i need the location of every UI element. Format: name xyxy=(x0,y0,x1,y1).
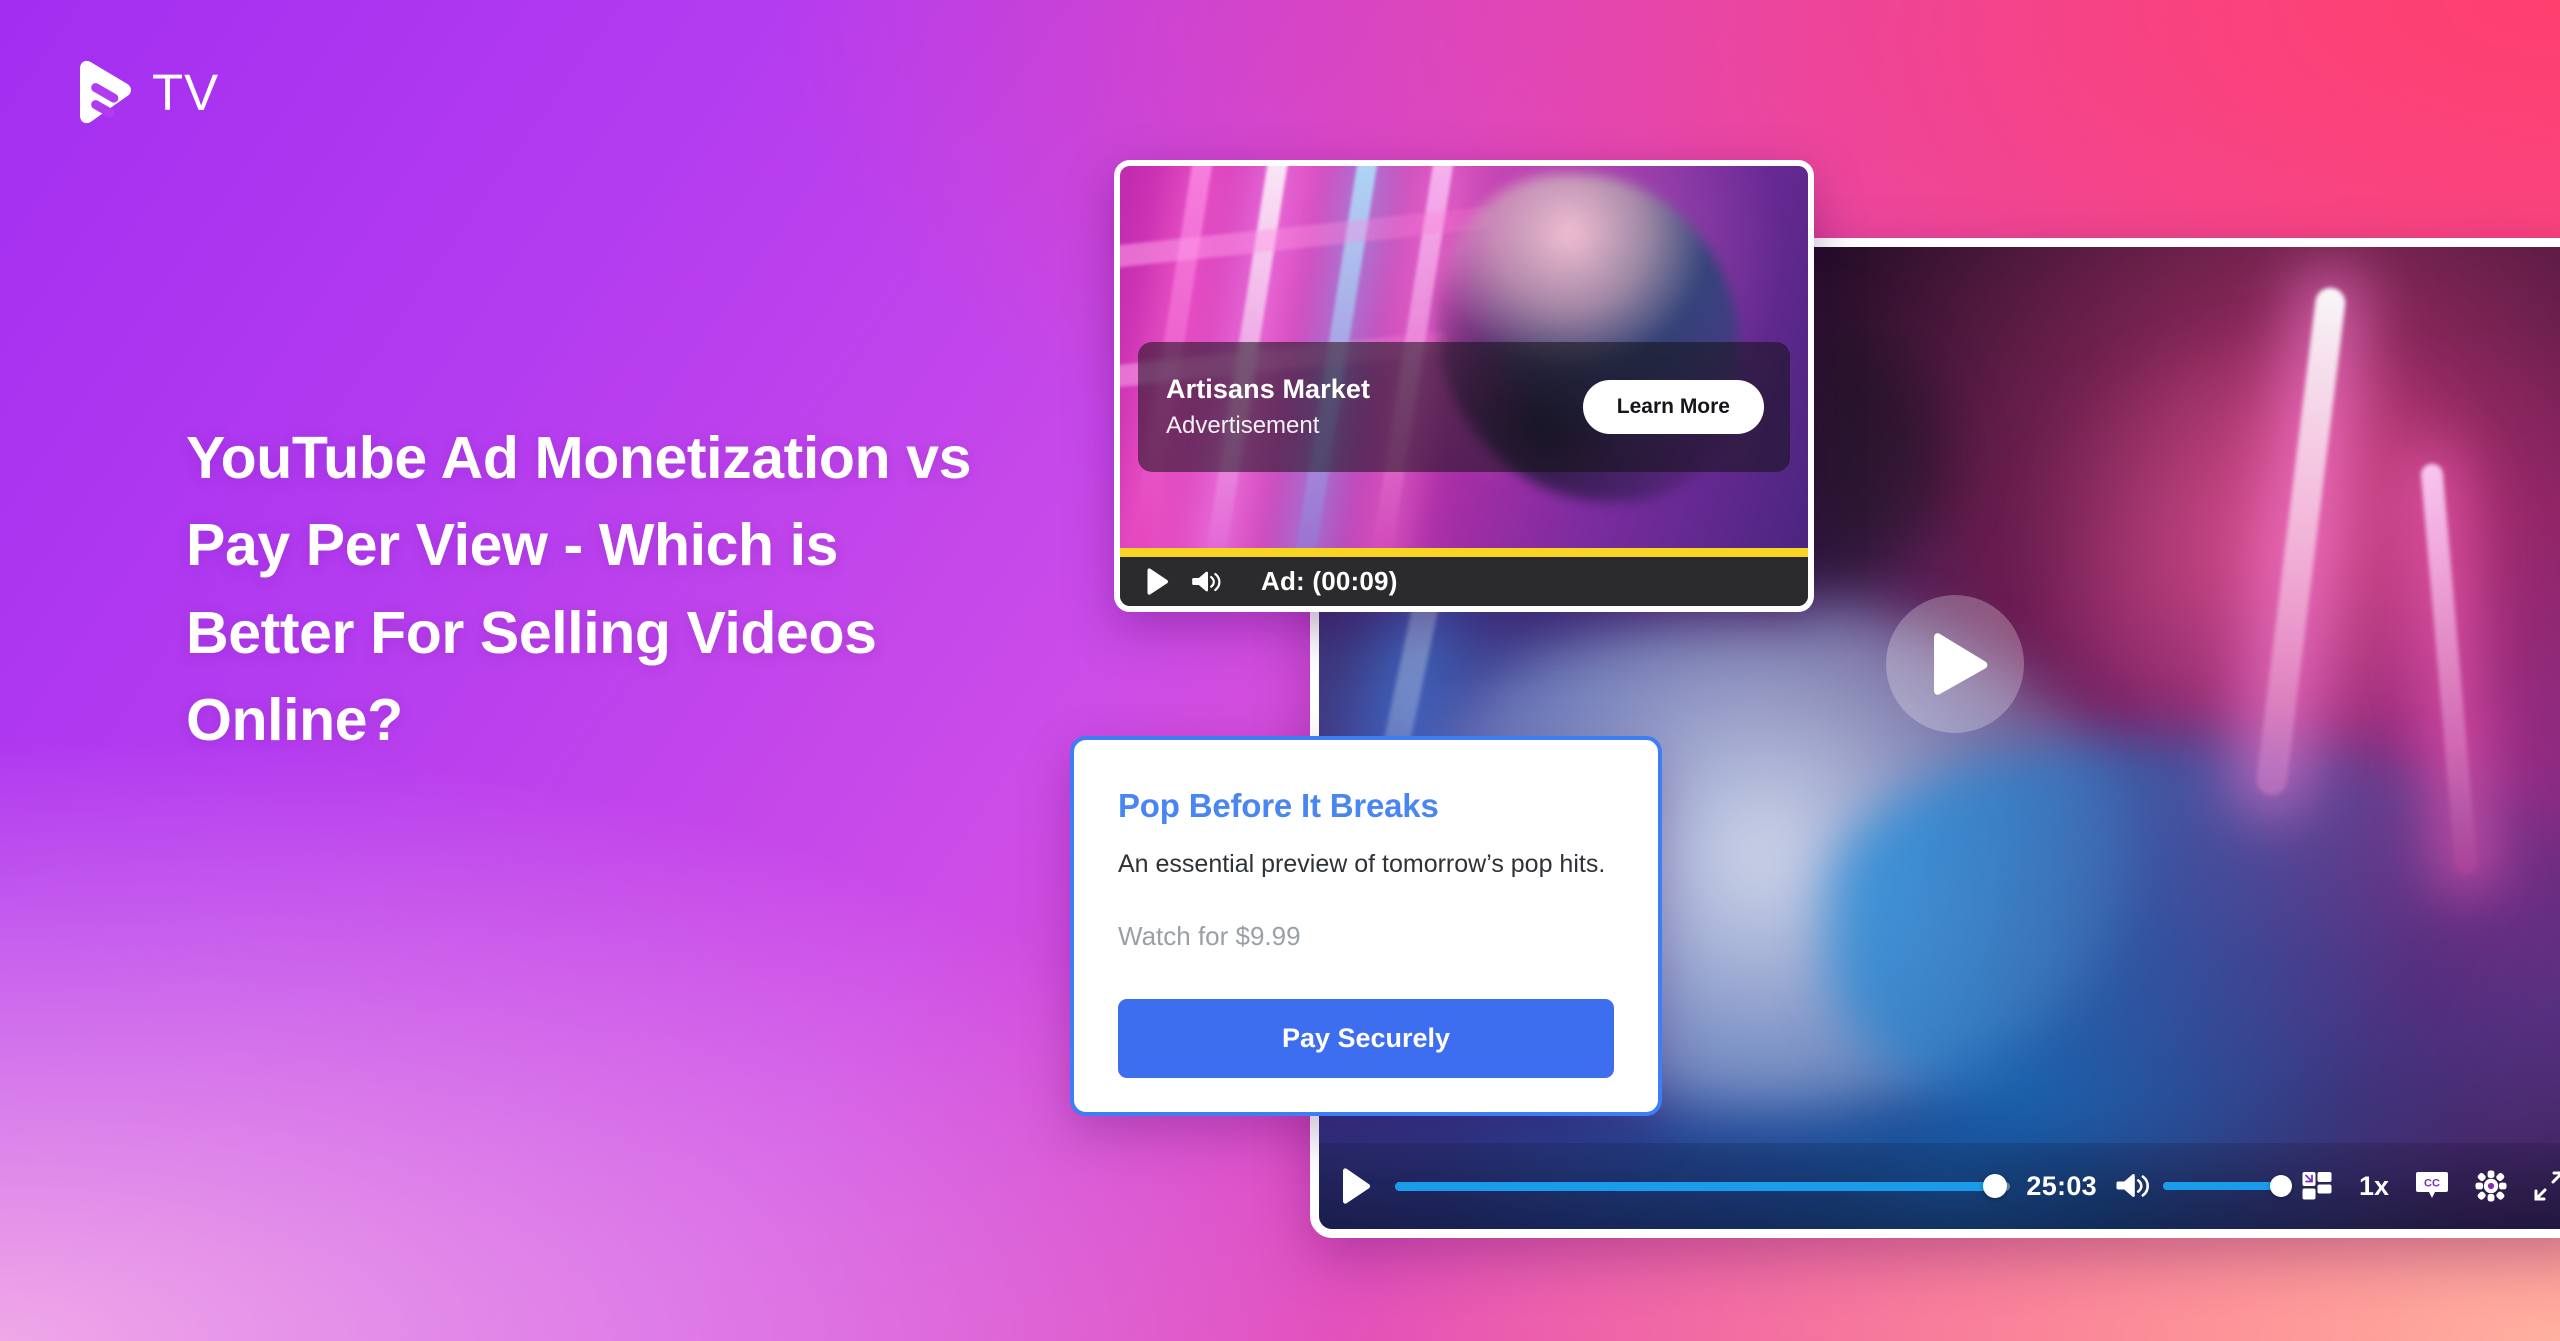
ppv-price-label: Watch for $9.99 xyxy=(1118,921,1301,952)
seek-fill xyxy=(1395,1181,1995,1191)
volume-thumb[interactable] xyxy=(2269,1175,2292,1197)
volume-high-icon[interactable] xyxy=(2115,1171,2149,1201)
pay-per-view-card[interactable]: Pop Before It Breaks An essential previe… xyxy=(1070,736,1662,1116)
play-icon[interactable] xyxy=(1341,1168,1371,1204)
seek-thumb[interactable] xyxy=(1983,1174,2007,1198)
hero-banner: TV YouTube Ad Monetization vs Pay Per Vi… xyxy=(0,0,2560,1341)
player-control-bar[interactable]: 25:03 1x CC xyxy=(1319,1143,2560,1229)
brand-wordmark: TV xyxy=(152,63,220,121)
seek-slider[interactable] xyxy=(1395,1173,2011,1199)
ad-info-text: Artisans Market Advertisement xyxy=(1166,373,1370,441)
play-icon[interactable] xyxy=(1146,568,1169,595)
ad-control-bar[interactable]: Ad: (00:09) xyxy=(1120,557,1808,606)
volume-high-icon[interactable] xyxy=(1191,569,1221,595)
brand-logo[interactable]: TV xyxy=(72,58,219,126)
volume-fill xyxy=(2162,1182,2281,1190)
playback-speed-button[interactable]: 1x xyxy=(2359,1171,2389,1202)
ppv-title: Pop Before It Breaks xyxy=(1118,787,1439,824)
miniplayer-icon[interactable] xyxy=(2301,1170,2333,1202)
player-right-controls: 1x CC xyxy=(2301,1170,2560,1202)
play-f-logo-icon xyxy=(72,58,134,126)
ad-preview-card[interactable]: Artisans Market Advertisement Learn More xyxy=(1114,160,1814,612)
play-circle-icon[interactable] xyxy=(1886,595,2024,734)
ad-advertiser-name: Artisans Market xyxy=(1166,374,1371,405)
svg-text:CC: CC xyxy=(2424,1178,2440,1190)
ad-video-thumbnail: Artisans Market Advertisement Learn More xyxy=(1120,166,1808,548)
closed-captions-icon[interactable]: CC xyxy=(2415,1170,2449,1202)
fullscreen-expand-icon[interactable] xyxy=(2533,1170,2560,1202)
volume-slider[interactable] xyxy=(2162,1175,2292,1197)
ad-progress-bar[interactable] xyxy=(1120,548,1808,557)
ad-progress-fill xyxy=(1120,548,1808,557)
current-time-label: 25:03 xyxy=(2026,1170,2097,1201)
ad-status-label: Ad: (00:09) xyxy=(1261,566,1398,596)
pay-securely-button[interactable]: Pay Securely xyxy=(1118,998,1614,1078)
learn-more-button[interactable]: Learn More xyxy=(1582,380,1764,434)
ppv-description: An essential preview of tomorrow’s pop h… xyxy=(1118,849,1606,878)
ad-label: Advertisement xyxy=(1166,411,1320,439)
ad-info-overlay: Artisans Market Advertisement Learn More xyxy=(1138,342,1790,472)
page-title: YouTube Ad Monetization vs Pay Per View … xyxy=(186,425,971,753)
gear-icon[interactable] xyxy=(2475,1170,2507,1202)
